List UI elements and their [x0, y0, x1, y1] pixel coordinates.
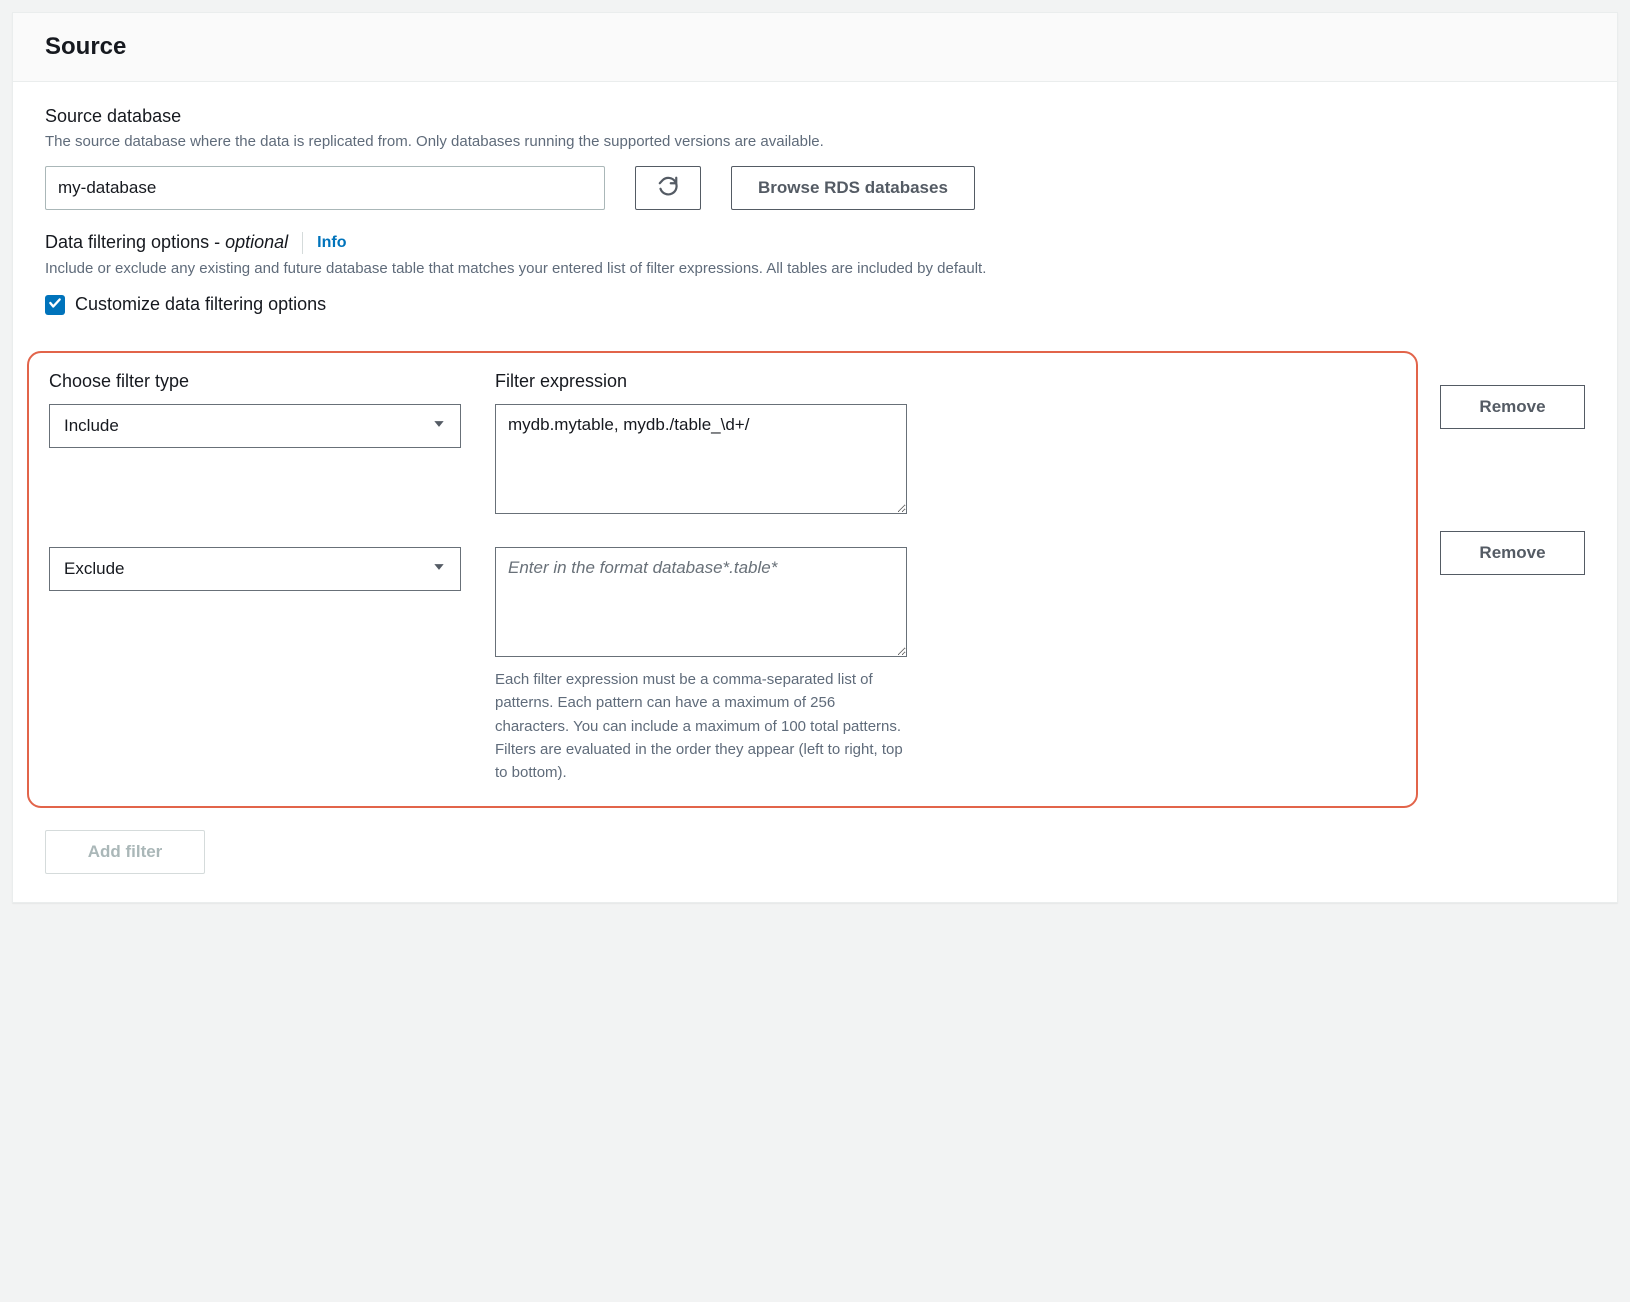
filtering-heading-optional: optional: [225, 232, 288, 252]
add-filter-button[interactable]: Add filter: [45, 830, 205, 874]
filter-expression-input-1[interactable]: [495, 547, 907, 657]
customize-checkbox[interactable]: [45, 295, 65, 315]
remove-buttons-col: Remove Remove: [1440, 333, 1585, 575]
info-link[interactable]: Info: [317, 234, 346, 252]
panel-header: Source: [13, 13, 1617, 82]
filter-type-col-0: Choose filter type Include: [49, 371, 461, 448]
customize-checkbox-label: Customize data filtering options: [75, 294, 326, 315]
refresh-icon: [657, 175, 679, 200]
filter-expr-col-0: Filter expression: [495, 371, 907, 517]
filter-type-select-1[interactable]: Exclude: [49, 547, 461, 591]
filter-type-value-0: Include: [64, 416, 119, 436]
filter-expr-header: Filter expression: [495, 371, 907, 392]
filter-type-select-0[interactable]: Include: [49, 404, 461, 448]
customize-checkbox-row: Customize data filtering options: [45, 294, 1585, 315]
filtering-heading-main: Data filtering options: [45, 232, 209, 252]
filter-type-header: Choose filter type: [49, 371, 461, 392]
source-database-row: Browse RDS databases: [45, 166, 1585, 210]
source-database-input[interactable]: [45, 166, 605, 210]
source-panel: Source Source database The source databa…: [12, 12, 1618, 903]
filter-expr-col-1: Each filter expression must be a comma-s…: [495, 547, 907, 784]
refresh-button[interactable]: [635, 166, 701, 210]
browse-rds-label: Browse RDS databases: [758, 178, 948, 198]
filter-help-text: Each filter expression must be a comma-s…: [495, 668, 907, 784]
source-database-description: The source database where the data is re…: [45, 131, 1585, 154]
panel-body: Source database The source database wher…: [13, 82, 1617, 902]
filtering-heading: Data filtering options - optional: [45, 232, 288, 253]
add-filter-wrap: Add filter: [45, 830, 1585, 874]
source-database-label: Source database: [45, 106, 1585, 127]
vertical-divider: [302, 232, 303, 254]
remove-filter-button-0[interactable]: Remove: [1440, 385, 1585, 429]
filtering-description: Include or exclude any existing and futu…: [45, 258, 1585, 281]
filter-type-col-1: Exclude: [49, 547, 461, 591]
source-database-group: Source database The source database wher…: [45, 106, 1585, 210]
panel-title: Source: [45, 33, 1585, 61]
filter-grid: Choose filter type Include Filter expres…: [49, 371, 1396, 784]
filter-highlight-box: Choose filter type Include Filter expres…: [27, 351, 1418, 808]
remove-filter-button-1[interactable]: Remove: [1440, 531, 1585, 575]
browse-rds-button[interactable]: Browse RDS databases: [731, 166, 975, 210]
chevron-down-icon: [432, 416, 446, 436]
data-filtering-group: Data filtering options - optional Info I…: [45, 232, 1585, 316]
filtering-heading-row: Data filtering options - optional Info: [45, 232, 1585, 254]
filter-area: Choose filter type Include Filter expres…: [45, 333, 1585, 808]
filter-expression-input-0[interactable]: [495, 404, 907, 514]
chevron-down-icon: [432, 559, 446, 579]
check-icon: [48, 296, 62, 313]
filter-type-value-1: Exclude: [64, 559, 124, 579]
